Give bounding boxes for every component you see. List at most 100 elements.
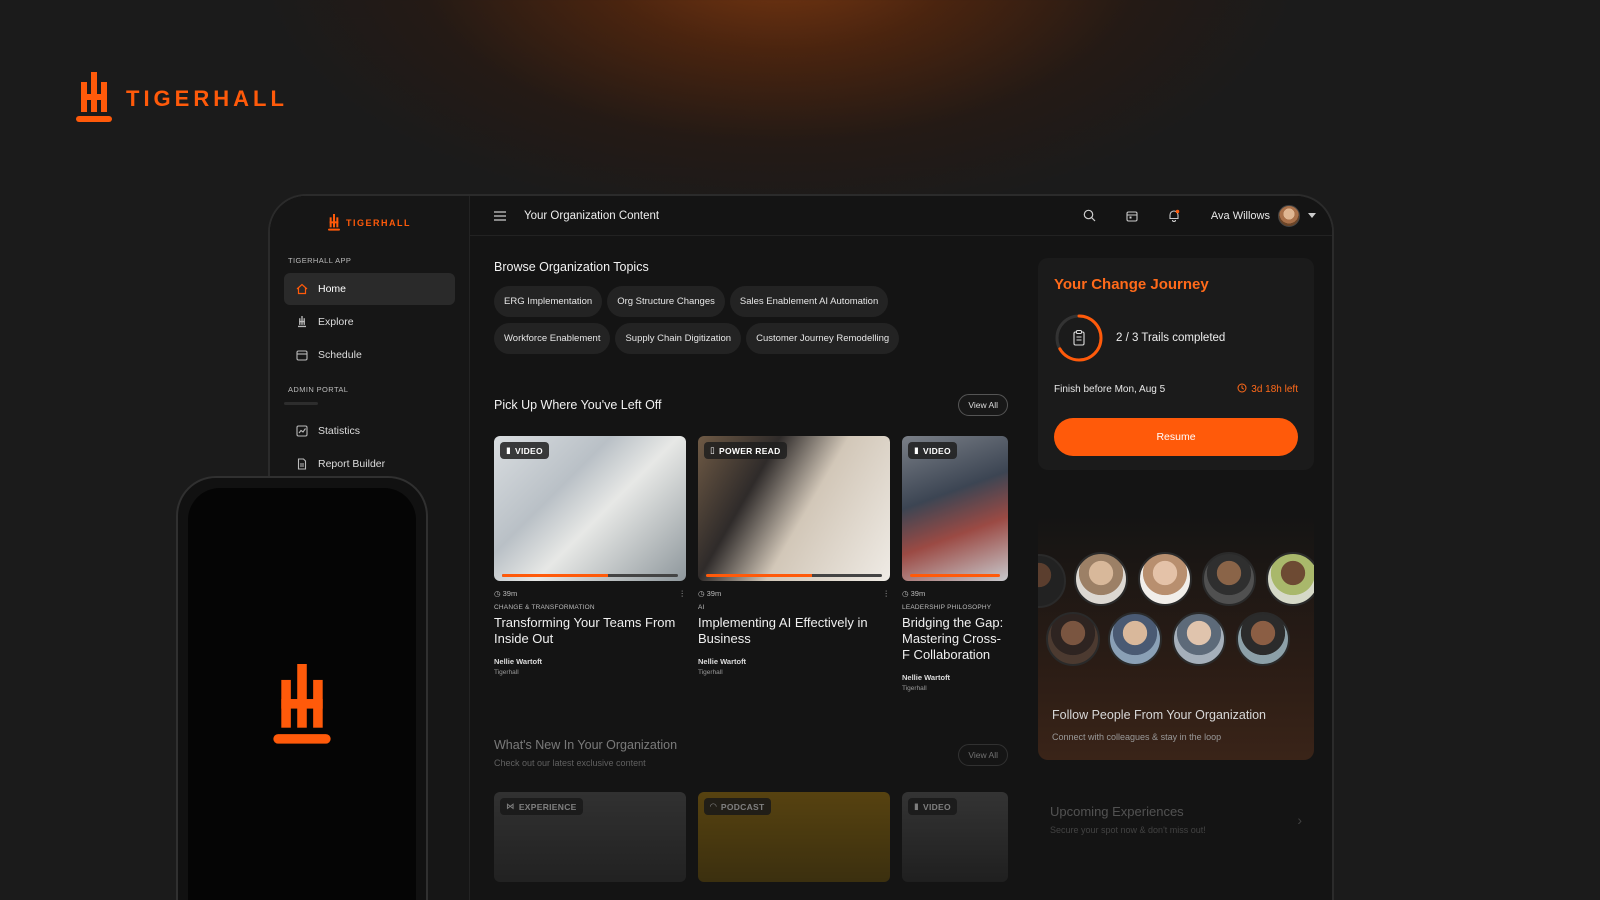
video-icon: ▮	[914, 445, 919, 455]
chart-icon	[296, 425, 308, 437]
view-all-button[interactable]: View All	[958, 744, 1008, 766]
avatar	[1108, 612, 1162, 666]
sidebar-logo-text: TIGERHALL	[346, 218, 411, 228]
divider	[284, 402, 318, 405]
content-card[interactable]: ◠ PODCAST	[698, 792, 890, 882]
main-area: Your Organization Content Ava Willows Br…	[470, 196, 1332, 900]
sidebar-logo[interactable]: TIGERHALL	[284, 214, 455, 232]
badge-label: VIDEO	[514, 445, 543, 456]
chevron-down-icon	[1308, 210, 1316, 222]
sidebar-item-label: Report Builder	[318, 458, 386, 470]
avatar	[1172, 612, 1226, 666]
content-card[interactable]: ▮ VIDEO ◷ 39m ⋮ CHANGE & TRANSFORMATION …	[494, 436, 686, 692]
avatar	[1202, 552, 1256, 606]
progress-bar	[910, 574, 1000, 577]
pickup-title: Pick Up Where You've Left Off	[494, 398, 662, 412]
card-thumbnail: ◠ PODCAST	[698, 792, 890, 882]
whats-new-header: What's New In Your Organization Check ou…	[494, 738, 1008, 768]
topic-chip[interactable]: Workforce Enablement	[494, 323, 611, 354]
topic-chips: ERG Implementation Org Structure Changes…	[494, 286, 914, 354]
card-title: Transforming Your Teams From Inside Out	[494, 615, 676, 646]
notification-bell-icon[interactable]	[1165, 207, 1183, 225]
calendar-icon[interactable]	[1123, 207, 1141, 225]
badge-label: EXPERIENCE	[518, 801, 577, 812]
duration: ◷ 39m	[494, 589, 517, 598]
duration-text: 39m	[502, 589, 518, 598]
brand-logo: TIGERHALL	[76, 72, 288, 126]
progress-bar	[502, 574, 678, 577]
phone-device-frame	[176, 476, 428, 900]
content-type-badge: ▮ VIDEO	[908, 442, 957, 459]
progress-fill	[910, 574, 1000, 577]
clock-icon: ◷	[902, 589, 909, 598]
sidebar-section-admin: ADMIN PORTAL	[288, 385, 349, 394]
report-icon	[296, 458, 308, 470]
topics-box: ERG Implementation Org Structure Changes…	[494, 286, 1008, 354]
sidebar-item-schedule[interactable]: Schedule	[284, 339, 455, 371]
sidebar-item-label: Statistics	[318, 425, 361, 437]
time-left-text: 3d 18h left	[1251, 384, 1298, 395]
card-thumbnail: ▯ POWER READ	[698, 436, 890, 581]
tigerhall-logo-icon	[273, 664, 331, 744]
user-menu[interactable]: Ava Willows	[1211, 204, 1316, 227]
upcoming-title: Upcoming Experiences	[1050, 804, 1184, 819]
time-left: 3d 18h left	[1237, 383, 1298, 396]
card-org: Tigerhall	[494, 669, 519, 676]
card-author: Nellie Wartoft	[698, 657, 747, 666]
progress-fill	[706, 574, 812, 577]
follow-people-card[interactable]: Follow People From Your Organization Con…	[1038, 514, 1314, 760]
hamburger-menu-icon[interactable]	[494, 210, 506, 221]
card-thumbnail: ▮ VIDEO	[902, 436, 1008, 581]
search-icon[interactable]	[1081, 207, 1099, 225]
topic-chip[interactable]: Supply Chain Digitization	[615, 323, 742, 354]
view-all-button[interactable]: View All	[958, 394, 1008, 416]
change-journey-card: Your Change Journey 2 / 3 Trails complet…	[1038, 258, 1314, 470]
card-category: AI	[698, 604, 705, 611]
whats-new-title: What's New In Your Organization	[494, 738, 678, 752]
card-author: Nellie Wartoft	[494, 657, 543, 666]
content-card[interactable]: ▯ POWER READ ◷ 39m ⋮ AI Implementing AI …	[698, 436, 890, 692]
trail-progress: 2 / 3 Trails completed	[1054, 313, 1298, 363]
progress-bar	[706, 574, 882, 577]
content-card[interactable]: ▮ VIDEO ◷ 39m LEADERSHIP PHILOSOPHY Brid…	[902, 436, 1008, 692]
content-card[interactable]: ⋈ EXPERIENCE	[494, 792, 686, 882]
trails-completed: 2 / 3 Trails completed	[1116, 332, 1226, 344]
topic-chip[interactable]: Org Structure Changes	[607, 286, 725, 317]
home-icon	[296, 283, 308, 295]
badge-label: POWER READ	[718, 445, 781, 456]
upcoming-experiences[interactable]: Upcoming Experiences Secure your spot no…	[1038, 804, 1314, 835]
content-type-badge: ▮ VIDEO	[908, 798, 957, 815]
topic-chip[interactable]: Sales Enablement AI Automation	[729, 286, 889, 317]
card-org: Tigerhall	[698, 669, 723, 676]
deadline-row: Finish before Mon, Aug 5 3d 18h left	[1054, 383, 1298, 396]
brand-name: TIGERHALL	[126, 86, 288, 111]
finish-before: Finish before Mon, Aug 5	[1054, 384, 1166, 395]
people-subtitle: Connect with colleagues & stay in the lo…	[1052, 732, 1222, 742]
tigerhall-icon	[296, 316, 308, 328]
card-title: Bridging the Gap: Mastering Cross-F Coll…	[902, 615, 1004, 662]
more-options-icon[interactable]: ⋮	[679, 589, 687, 598]
duration-text: 39m	[706, 589, 722, 598]
sidebar-item-home[interactable]: Home	[284, 273, 455, 305]
progress-ring	[1054, 313, 1104, 363]
duration: ◷ 39m	[902, 589, 925, 598]
content-card[interactable]: ▮ VIDEO	[902, 792, 1008, 882]
avatar	[1266, 552, 1314, 606]
card-thumbnail: ⋈ EXPERIENCE	[494, 792, 686, 882]
app-screen: TIGERHALL TIGERHALL APP Home Explore Sch…	[270, 196, 1332, 900]
avatar	[1138, 552, 1192, 606]
badge-label: VIDEO	[922, 801, 951, 812]
content-type-badge: ▯ POWER READ	[704, 442, 787, 459]
topic-chip[interactable]: ERG Implementation	[494, 286, 603, 317]
whats-new-subtitle: Check out our latest exclusive content	[494, 758, 646, 768]
sidebar-item-explore[interactable]: Explore	[284, 306, 455, 338]
content: Browse Organization Topics ERG Implement…	[470, 236, 1332, 900]
card-meta: ◷ 39m ⋮	[494, 589, 686, 598]
topic-chip[interactable]: Customer Journey Remodelling	[746, 323, 900, 354]
more-options-icon[interactable]: ⋮	[883, 589, 891, 598]
resume-button[interactable]: Resume	[1054, 418, 1298, 456]
avatar	[1046, 612, 1100, 666]
badge-label: VIDEO	[922, 445, 951, 456]
sidebar-item-statistics[interactable]: Statistics	[284, 415, 455, 447]
chevron-right-icon: ›	[1297, 811, 1302, 828]
